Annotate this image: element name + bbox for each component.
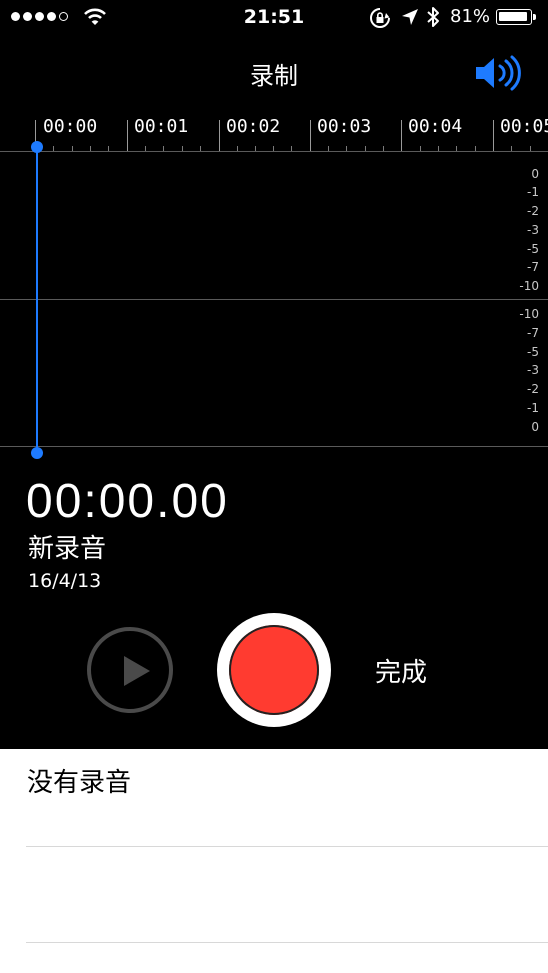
playhead-top-handle[interactable]	[31, 141, 43, 153]
db-scale-label: -7	[527, 260, 539, 274]
db-scale-label: -1	[527, 185, 539, 199]
time-label: 00:03	[317, 116, 372, 137]
page-title: 录制	[250, 62, 298, 90]
waveform-bottom-border	[0, 446, 548, 447]
elapsed-time: 00:00.00	[26, 475, 229, 528]
time-tick	[219, 120, 220, 152]
time-tick	[493, 120, 494, 152]
db-scale-label: -1	[527, 401, 539, 415]
time-label: 00:05	[500, 116, 548, 137]
record-button[interactable]	[217, 613, 331, 727]
empty-list-message: 没有录音	[27, 768, 132, 798]
time-tick	[127, 120, 128, 152]
playhead[interactable]	[36, 147, 38, 453]
time-label: 00:01	[134, 116, 189, 137]
battery-percent: 81%	[450, 6, 491, 27]
waveform-top-border	[0, 151, 548, 152]
time-label: 00:04	[408, 116, 463, 137]
db-scale-label: 0	[531, 167, 539, 181]
db-scale-label: -2	[527, 204, 539, 218]
db-scale-label: -5	[527, 345, 539, 359]
channel-divider	[0, 299, 548, 300]
db-scale-label: -10	[519, 307, 539, 321]
time-label: 00:02	[226, 116, 281, 137]
location-arrow-icon	[402, 9, 418, 25]
battery-tip	[533, 14, 536, 20]
recording-name[interactable]: 新录音	[28, 528, 106, 565]
playhead-bottom-handle[interactable]	[31, 447, 43, 459]
play-icon	[124, 656, 150, 686]
db-scale-label: -3	[527, 363, 539, 377]
db-scale-label: 0	[531, 420, 539, 434]
status-bar: 21:51 81%	[0, 0, 548, 36]
db-scale-label: -3	[527, 223, 539, 237]
db-scale-label: -10	[519, 279, 539, 293]
time-tick	[401, 120, 402, 152]
db-scale-label: -7	[527, 326, 539, 340]
list-separator	[26, 846, 548, 847]
list-separator	[26, 942, 548, 943]
speaker-volume-icon[interactable]	[472, 55, 522, 91]
time-tick	[310, 120, 311, 152]
play-button[interactable]	[87, 627, 173, 713]
waveform-timeline[interactable]: 00:00 00:01 00:02 00:03 00:04 00:05 0 -1…	[0, 110, 548, 450]
battery-icon	[496, 9, 532, 25]
db-scale-label: -2	[527, 382, 539, 396]
recording-date: 16/4/13	[28, 570, 102, 592]
time-label: 00:00	[43, 116, 98, 137]
bluetooth-icon	[427, 7, 439, 27]
done-button[interactable]: 完成	[375, 652, 427, 689]
rotation-lock-icon	[370, 8, 390, 28]
record-icon	[229, 625, 319, 715]
db-scale-label: -5	[527, 242, 539, 256]
